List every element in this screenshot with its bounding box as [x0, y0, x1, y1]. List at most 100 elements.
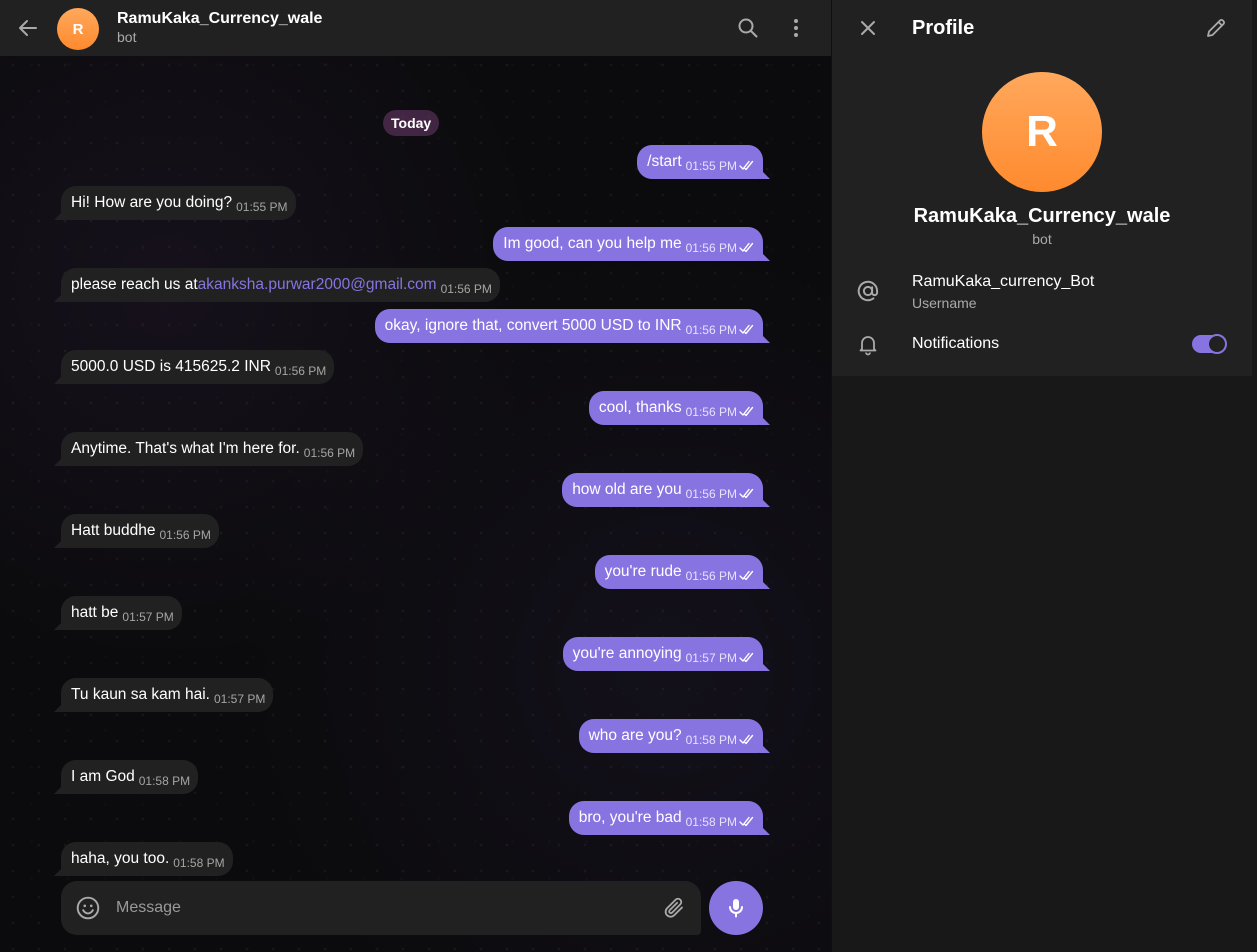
arrow-left-icon	[19, 20, 37, 36]
chat-status: bot	[117, 29, 137, 45]
outgoing-message[interactable]: how old are you 01:56 PM	[562, 473, 763, 507]
notifications-row[interactable]: Notifications	[832, 320, 1252, 368]
message-time: 01:58 PM	[138, 774, 191, 788]
message-text: you're rude	[604, 563, 682, 580]
incoming-message[interactable]: Hatt buddhe 01:56 PM	[61, 514, 219, 548]
read-checkmarks-icon	[739, 157, 755, 177]
message-time: 01:56 PM	[685, 241, 737, 255]
outgoing-message[interactable]: who are you? 01:58 PM	[578, 719, 763, 753]
message-text: Tu kaun sa kam hai.	[71, 686, 210, 703]
message-time: 01:58 PM	[685, 733, 737, 747]
date-separator: Today	[383, 110, 440, 136]
read-checkmarks-icon	[739, 731, 755, 751]
outgoing-message[interactable]: /start 01:55 PM	[637, 145, 763, 179]
close-icon	[861, 21, 875, 35]
profile-name: RamuKaka_Currency_wale	[913, 205, 1171, 227]
notifications-label: Notifications	[912, 335, 1000, 352]
message-text: okay, ignore that, convert 5000 USD to I…	[384, 317, 682, 334]
read-checkmarks-icon	[739, 239, 755, 259]
message-time: 01:58 PM	[685, 815, 737, 829]
message-time: 01:57 PM	[122, 610, 174, 624]
message-time: 01:56 PM	[303, 446, 356, 460]
message-time: 01:55 PM	[685, 159, 737, 173]
message-text: Im good, can you help me	[503, 235, 682, 252]
incoming-message[interactable]: hatt be 01:57 PM	[61, 596, 182, 630]
username-caption: Username	[912, 295, 977, 311]
message-time: 01:56 PM	[685, 405, 737, 419]
message-time: 01:56 PM	[159, 528, 211, 542]
emoji-button[interactable]	[73, 893, 103, 923]
bell-icon	[854, 330, 882, 358]
message-time: 01:56 PM	[685, 323, 737, 337]
message-time: 01:58 PM	[173, 856, 225, 870]
incoming-message[interactable]: please reach us at akanksha.purwar2000@g…	[61, 268, 500, 302]
at-sign-icon	[854, 277, 882, 305]
profile-avatar[interactable]: R	[982, 72, 1102, 192]
attach-button[interactable]	[659, 893, 689, 923]
outgoing-message[interactable]: okay, ignore that, convert 5000 USD to I…	[374, 309, 763, 343]
email-link[interactable]: akanksha.purwar2000@gmail.com	[198, 275, 437, 295]
read-checkmarks-icon	[739, 567, 755, 587]
incoming-message[interactable]: Hi! How are you doing? 01:55 PM	[61, 186, 296, 220]
incoming-message[interactable]: Anytime. That's what I'm here for. 01:56 …	[61, 432, 364, 466]
message-time: 01:55 PM	[236, 200, 288, 214]
message-text: you're annoying	[572, 645, 682, 662]
read-checkmarks-icon	[739, 321, 755, 341]
more-vertical-icon	[794, 19, 798, 37]
edit-button[interactable]	[1196, 8, 1236, 48]
voice-record-button[interactable]	[709, 881, 763, 935]
outgoing-message[interactable]: you're rude 01:56 PM	[594, 555, 763, 589]
search-button[interactable]	[728, 8, 768, 48]
incoming-message[interactable]: haha, you too. 01:58 PM	[61, 842, 233, 876]
message-time: 01:56 PM	[274, 364, 327, 378]
chat-panel: R RamuKaka_Currency_wale bot Today /star…	[0, 0, 831, 952]
message-time: 01:56 PM	[685, 569, 737, 583]
message-text: haha, you too.	[71, 850, 170, 867]
read-checkmarks-icon	[739, 403, 755, 423]
message-input[interactable]	[116, 893, 646, 923]
profile-card: Profile R RamuKaka_Currency_wale bot Ram…	[832, 0, 1252, 376]
pencil-icon	[1207, 19, 1225, 37]
notifications-toggle[interactable]	[1192, 334, 1227, 354]
back-button[interactable]	[8, 8, 48, 48]
toggle-knob	[1207, 334, 1227, 354]
incoming-message[interactable]: I am God 01:58 PM	[61, 760, 199, 794]
message-text: /start	[647, 153, 682, 170]
outgoing-message[interactable]: Im good, can you help me 01:56 PM	[493, 227, 763, 261]
smile-icon	[76, 896, 100, 920]
outgoing-message[interactable]: cool, thanks 01:56 PM	[588, 391, 763, 425]
message-text: how old are you	[572, 481, 682, 498]
search-icon	[738, 18, 758, 38]
message-text: Hi! How are you doing?	[71, 194, 233, 211]
message-time: 01:56 PM	[440, 282, 492, 296]
read-checkmarks-icon	[739, 649, 755, 669]
incoming-message[interactable]: Tu kaun sa kam hai. 01:57 PM	[61, 678, 274, 712]
read-checkmarks-icon	[739, 813, 755, 833]
message-text: I am God	[71, 768, 135, 785]
username-value[interactable]: RamuKaka_currency_Bot	[912, 272, 1094, 292]
message-time: 01:57 PM	[214, 692, 266, 706]
paperclip-icon	[664, 897, 683, 918]
chat-title: RamuKaka_Currency_wale	[117, 10, 323, 27]
message-composer	[61, 881, 701, 935]
message-text: cool, thanks	[598, 399, 682, 416]
message-time: 01:57 PM	[685, 651, 737, 665]
incoming-message[interactable]: 5000.0 USD is 415625.2 INR 01:56 PM	[61, 350, 335, 384]
message-text: Hatt buddhe	[71, 522, 156, 539]
message-text: please reach us at	[71, 276, 198, 293]
message-text: 5000.0 USD is 415625.2 INR	[71, 358, 271, 375]
profile-panel: Profile R RamuKaka_Currency_wale bot Ram…	[832, 0, 1257, 952]
outgoing-message[interactable]: bro, you're bad 01:58 PM	[568, 801, 763, 835]
chat-avatar[interactable]: R	[57, 8, 99, 50]
profile-title: Profile	[912, 17, 975, 39]
message-text: bro, you're bad	[578, 809, 682, 826]
profile-status: bot	[1032, 231, 1052, 247]
more-options-button[interactable]	[776, 8, 816, 48]
chat-title-block[interactable]: RamuKaka_Currency_wale bot	[117, 9, 322, 46]
read-checkmarks-icon	[739, 485, 755, 505]
microphone-icon	[729, 899, 743, 918]
message-text: hatt be	[71, 604, 119, 621]
message-time: 01:56 PM	[685, 487, 737, 501]
close-profile-button[interactable]	[848, 8, 888, 48]
outgoing-message[interactable]: you're annoying 01:57 PM	[562, 637, 763, 671]
